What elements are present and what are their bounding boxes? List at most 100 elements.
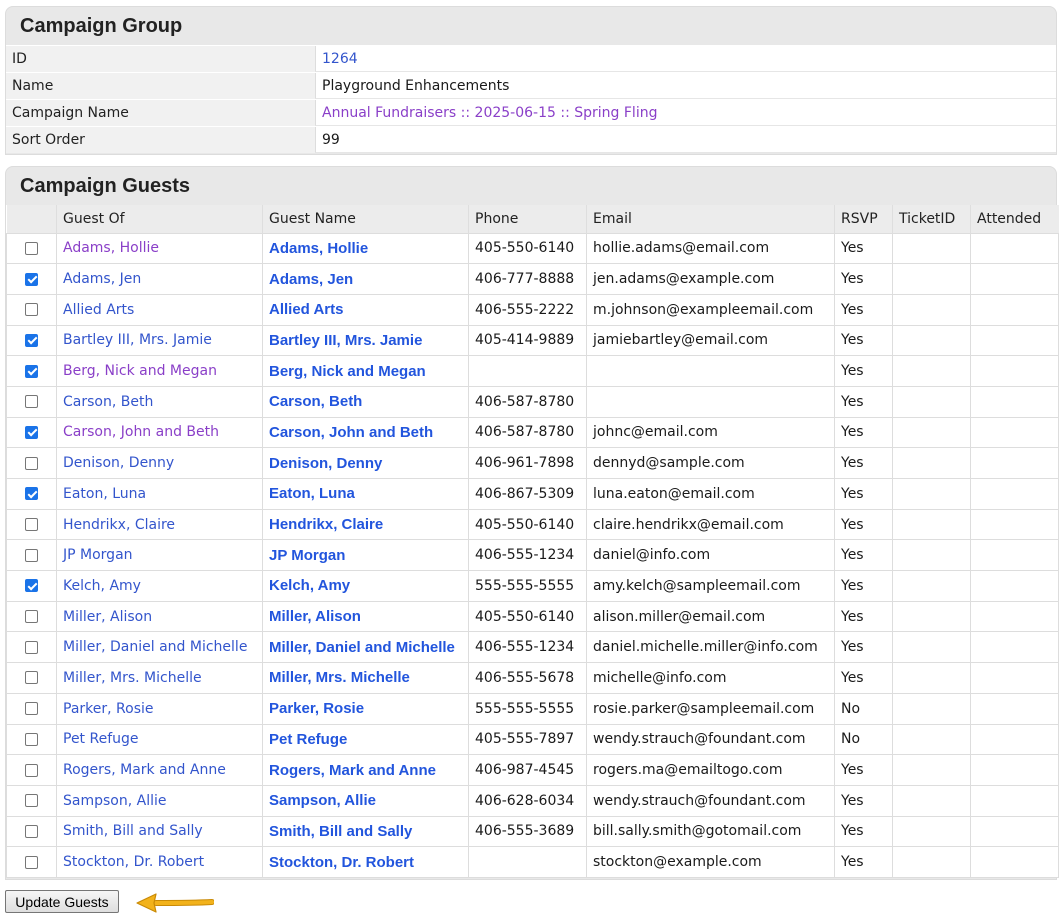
update-guests-button[interactable]: Update Guests	[5, 890, 119, 913]
guest-of-link[interactable]: Adams, Hollie	[56, 232, 263, 265]
guest-name-link[interactable]: Bartley III, Mrs. Jamie	[262, 324, 469, 357]
guest-name-link[interactable]: Stockton, Dr. Robert	[262, 846, 469, 878]
guest-of-link[interactable]: Miller, Daniel and Michelle	[56, 631, 263, 664]
guest-email: dennyd@sample.com	[586, 447, 835, 479]
guest-name-link[interactable]: Hendrikx, Claire	[262, 508, 469, 541]
guest-select-checkbox[interactable]	[25, 303, 38, 317]
guest-select-checkbox[interactable]	[25, 610, 38, 624]
guest-phone: 406-555-5678	[468, 662, 587, 694]
guest-select-cell	[6, 385, 57, 418]
guest-name-link[interactable]: Rogers, Mark and Anne	[262, 754, 469, 786]
guest-row: Smith, Bill and Sally Smith, Bill and Sal…	[6, 815, 1059, 848]
guest-of-link[interactable]: Parker, Rosie	[56, 692, 263, 725]
guest-email: daniel@info.com	[586, 539, 835, 572]
guest-of-link[interactable]: Carson, John and Beth	[56, 416, 263, 449]
guest-of-link[interactable]: Rogers, Mark and Anne	[56, 754, 263, 786]
guest-select-checkbox[interactable]	[25, 241, 38, 255]
guest-attended	[970, 692, 1059, 725]
guest-email: alison.miller@email.com	[586, 600, 835, 633]
group-detail-label: Campaign Name	[6, 100, 315, 126]
guest-name-link[interactable]: Adams, Hollie	[262, 232, 469, 265]
guest-of-link[interactable]: Kelch, Amy	[56, 570, 263, 602]
guest-phone: 405-414-9889	[468, 324, 587, 357]
guest-select-checkbox[interactable]	[25, 518, 38, 532]
guest-name-link[interactable]: Miller, Alison	[262, 600, 469, 633]
guest-select-checkbox[interactable]	[25, 333, 38, 347]
guest-select-checkbox[interactable]	[25, 732, 38, 746]
group-detail-link[interactable]: 1264	[315, 46, 1056, 72]
guest-select-checkbox[interactable]	[25, 794, 38, 808]
guest-select-checkbox[interactable]	[25, 425, 38, 439]
guest-of-link[interactable]: JP Morgan	[56, 539, 263, 572]
guest-name-link[interactable]: Berg, Nick and Megan	[262, 355, 469, 387]
guest-select-checkbox[interactable]	[25, 763, 38, 777]
guest-attended	[970, 815, 1059, 848]
guest-select-checkbox[interactable]	[25, 548, 38, 562]
guest-ticket-id	[892, 539, 971, 572]
guest-of-link[interactable]: Smith, Bill and Sally	[56, 815, 263, 848]
guest-attended	[970, 539, 1059, 572]
guests-table: Guest Of Guest Name Phone Email RSVP TicketID…	[6, 205, 1059, 878]
guest-select-checkbox[interactable]	[25, 671, 38, 685]
guest-select-checkbox[interactable]	[25, 272, 38, 286]
guest-of-link[interactable]: Hendrikx, Claire	[56, 508, 263, 541]
group-detail-row: Campaign Name Annual Fundraisers :: 2025-…	[6, 99, 1056, 126]
guest-of-link[interactable]: Adams, Jen	[56, 263, 263, 295]
guest-of-link[interactable]: Miller, Alison	[56, 600, 263, 633]
guest-name-link[interactable]: Miller, Daniel and Michelle	[262, 631, 469, 664]
guest-name-link[interactable]: Parker, Rosie	[262, 692, 469, 725]
guest-rsvp: Yes	[834, 754, 893, 786]
guest-of-link[interactable]: Bartley III, Mrs. Jamie	[56, 324, 263, 357]
guest-row: Adams, Hollie Adams, Hollie 405-550-6140 ho…	[6, 232, 1059, 265]
guest-of-link[interactable]: Pet Refuge	[56, 723, 263, 756]
guest-select-checkbox[interactable]	[25, 579, 38, 593]
guest-phone: 555-555-5555	[468, 570, 587, 602]
campaign-group-panel: Campaign Group ID 1264 Name Playground Enha…	[5, 6, 1057, 155]
guest-name-link[interactable]: Carson, John and Beth	[262, 416, 469, 449]
guest-of-link[interactable]: Berg, Nick and Megan	[56, 355, 263, 387]
guest-phone: 555-555-5555	[468, 692, 587, 725]
guest-email: hollie.adams@email.com	[586, 232, 835, 265]
guest-select-checkbox[interactable]	[25, 487, 38, 501]
guest-ticket-id	[892, 815, 971, 848]
guest-email: luna.eaton@email.com	[586, 478, 835, 510]
guest-phone: 405-550-6140	[468, 600, 587, 633]
guest-of-link[interactable]: Allied Arts	[56, 293, 263, 326]
guest-select-checkbox[interactable]	[25, 824, 38, 838]
guest-select-checkbox[interactable]	[25, 855, 38, 869]
group-detail-link[interactable]: Annual Fundraisers :: 2025-06-15 :: Spri…	[315, 100, 1056, 126]
guest-name-link[interactable]: Adams, Jen	[262, 263, 469, 295]
guest-phone: 406-555-1234	[468, 631, 587, 664]
guest-rsvp: Yes	[834, 293, 893, 326]
guest-name-link[interactable]: Denison, Denny	[262, 447, 469, 479]
guest-phone: 406-867-5309	[468, 478, 587, 510]
guest-of-link[interactable]: Miller, Mrs. Michelle	[56, 662, 263, 694]
guest-select-cell	[6, 692, 57, 725]
guests-table-header: Guest Of Guest Name Phone Email RSVP TicketID…	[6, 205, 1059, 233]
guest-attended	[970, 293, 1059, 326]
guest-ticket-id	[892, 631, 971, 664]
guest-select-checkbox[interactable]	[25, 702, 38, 716]
guest-ticket-id	[892, 324, 971, 357]
guest-select-cell	[6, 478, 57, 510]
guest-of-link[interactable]: Stockton, Dr. Robert	[56, 846, 263, 878]
guest-of-link[interactable]: Eaton, Luna	[56, 478, 263, 510]
guest-select-checkbox[interactable]	[25, 456, 38, 470]
guest-select-checkbox[interactable]	[25, 364, 38, 378]
guest-name-link[interactable]: Kelch, Amy	[262, 570, 469, 602]
guest-name-link[interactable]: Carson, Beth	[262, 385, 469, 418]
guest-of-link[interactable]: Denison, Denny	[56, 447, 263, 479]
guest-name-link[interactable]: Eaton, Luna	[262, 478, 469, 510]
guest-name-link[interactable]: Miller, Mrs. Michelle	[262, 662, 469, 694]
guest-ticket-id	[892, 754, 971, 786]
guest-select-checkbox[interactable]	[25, 640, 38, 654]
guest-of-link[interactable]: Carson, Beth	[56, 385, 263, 418]
guest-of-link[interactable]: Sampson, Allie	[56, 784, 263, 817]
guest-rsvp: Yes	[834, 385, 893, 418]
guest-name-link[interactable]: Smith, Bill and Sally	[262, 815, 469, 848]
guest-name-link[interactable]: JP Morgan	[262, 539, 469, 572]
guest-name-link[interactable]: Sampson, Allie	[262, 784, 469, 817]
guest-select-checkbox[interactable]	[25, 395, 38, 409]
guest-name-link[interactable]: Allied Arts	[262, 293, 469, 326]
guest-name-link[interactable]: Pet Refuge	[262, 723, 469, 756]
